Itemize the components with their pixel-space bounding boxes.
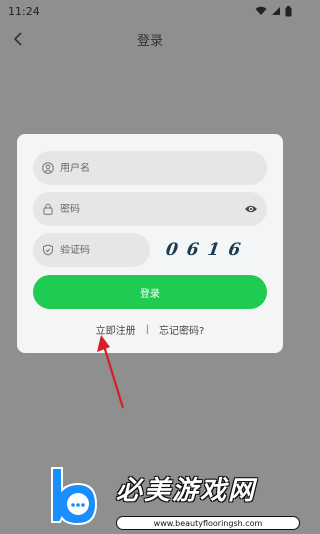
- captcha-image[interactable]: 0616: [159, 233, 257, 267]
- chevron-left-icon: [13, 32, 22, 46]
- back-button[interactable]: [8, 29, 28, 49]
- username-input[interactable]: [60, 162, 210, 174]
- signal-icon: [272, 7, 280, 15]
- register-link[interactable]: 立即注册: [96, 322, 136, 337]
- watermark-logo: [51, 467, 98, 526]
- page-title: 登录: [136, 33, 163, 49]
- user-icon: [42, 162, 54, 174]
- username-field[interactable]: [33, 151, 267, 185]
- lock-icon: [42, 203, 54, 215]
- eye-icon[interactable]: [244, 202, 258, 216]
- auth-links: 立即注册 | 忘记密码?: [17, 322, 283, 337]
- captcha-field[interactable]: [33, 233, 150, 267]
- battery-icon: [285, 5, 292, 16]
- watermark-title: 必美游戏网: [116, 476, 257, 506]
- forgot-password-link[interactable]: 忘记密码?: [159, 322, 204, 337]
- shield-icon: [42, 244, 54, 256]
- password-field[interactable]: [33, 192, 267, 226]
- captcha-input[interactable]: [60, 244, 140, 256]
- watermark-url: www.beautyflooringsh.com: [116, 516, 300, 530]
- login-card: 0616 登录 立即注册 | 忘记密码?: [17, 134, 283, 353]
- status-time: 11:24: [8, 4, 40, 18]
- wifi-icon: [255, 6, 267, 15]
- captcha-code: 0616: [164, 240, 252, 260]
- header: 登录: [0, 24, 300, 54]
- status-icons: [255, 5, 292, 17]
- login-button[interactable]: 登录: [33, 275, 267, 309]
- password-input[interactable]: [60, 203, 210, 215]
- status-bar: 11:24: [0, 0, 300, 22]
- watermark: 必美游戏网 www.beautyflooringsh.com: [48, 464, 300, 534]
- link-separator: |: [145, 324, 150, 335]
